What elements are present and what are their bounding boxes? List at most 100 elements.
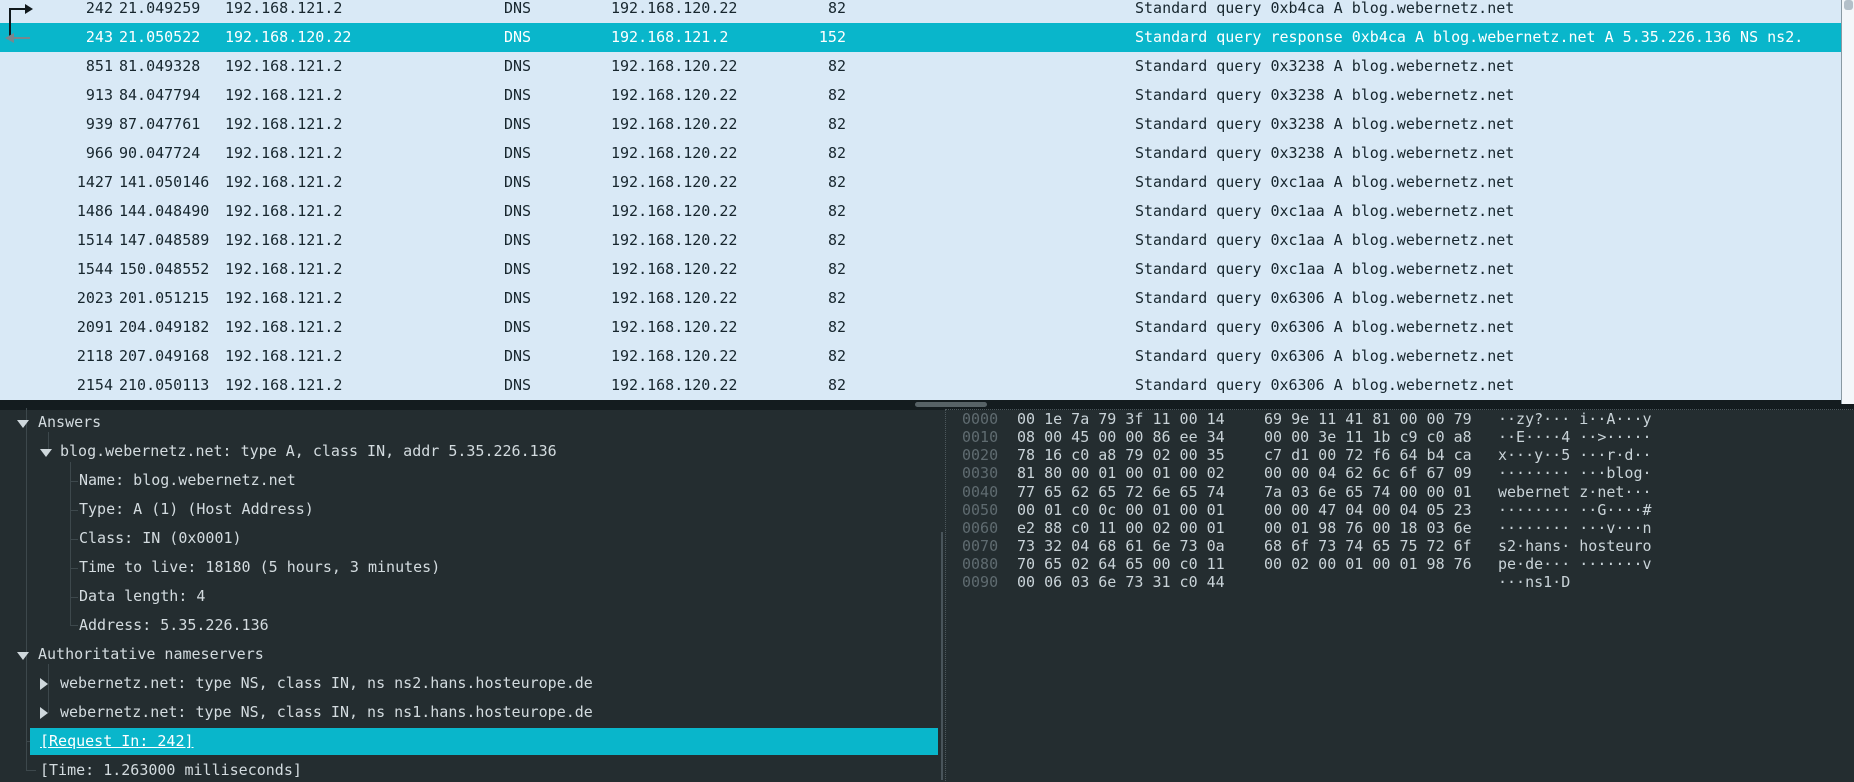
packet-row[interactable]: 24221.049259192.168.121.2DNS192.168.120.… — [0, 0, 1842, 23]
time-cell: 210.050113 — [119, 371, 219, 400]
source-cell: 192.168.121.2 — [225, 371, 495, 400]
hex-dump-pane[interactable]: 000000 1e 7a 79 3f 11 00 1469 9e 11 41 8… — [945, 409, 1854, 782]
info-cell: Standard query 0xc1aa A blog.webernetz.n… — [1135, 197, 1842, 226]
collapsed-triangle-icon[interactable] — [40, 707, 48, 719]
no-cell: 242 — [36, 0, 113, 23]
tree-item[interactable]: Answers — [0, 408, 942, 437]
tree-item-label: Address: 5.35.226.136 — [79, 611, 269, 640]
hex-row[interactable]: 009000 06 03 6e 73 31 c0 44···ns1·D — [946, 573, 1854, 591]
packet-row[interactable]: 2154210.050113192.168.121.2DNS192.168.12… — [0, 371, 1842, 400]
length-cell: 82 — [760, 139, 846, 168]
hex-row[interactable]: 004077 65 62 65 72 6e 65 747a 03 6e 65 7… — [946, 483, 1854, 501]
protocol-cell: DNS — [504, 226, 604, 255]
tree-item[interactable]: Authoritative nameservers — [0, 640, 942, 669]
tree-item[interactable]: webernetz.net: type NS, class IN, ns ns2… — [0, 669, 942, 698]
source-cell: 192.168.121.2 — [225, 197, 495, 226]
length-cell: 82 — [760, 226, 846, 255]
hex-row[interactable]: 0060e2 88 c0 11 00 02 00 0100 01 98 76 0… — [946, 519, 1854, 537]
packet-row[interactable]: 1514147.048589192.168.121.2DNS192.168.12… — [0, 226, 1842, 255]
protocol-cell: DNS — [504, 52, 604, 81]
packet-row[interactable]: 1427141.050146192.168.121.2DNS192.168.12… — [0, 168, 1842, 197]
hex-row[interactable]: 005000 01 c0 0c 00 01 00 0100 00 47 04 0… — [946, 501, 1854, 519]
packet-row[interactable]: 85181.049328192.168.121.2DNS192.168.120.… — [0, 52, 1842, 81]
hex-bytes: 00 06 03 6e 73 31 c0 44 — [1017, 573, 1225, 591]
tree-item[interactable]: Name: blog.webernetz.net — [0, 466, 942, 495]
tree-item[interactable]: webernetz.net: type NS, class IN, ns ns1… — [0, 698, 942, 727]
splitter-drag-handle[interactable] — [915, 402, 987, 407]
source-cell: 192.168.121.2 — [225, 255, 495, 284]
packet-row[interactable]: 93987.047761192.168.121.2DNS192.168.120.… — [0, 110, 1842, 139]
destination-cell: 192.168.120.22 — [611, 255, 751, 284]
collapsed-triangle-icon[interactable] — [40, 678, 48, 690]
tree-item[interactable]: Time to live: 18180 (5 hours, 3 minutes) — [0, 553, 942, 582]
time-cell: 87.047761 — [119, 110, 219, 139]
expanded-triangle-icon[interactable] — [40, 449, 52, 457]
hex-row[interactable]: 000000 1e 7a 79 3f 11 00 1469 9e 11 41 8… — [946, 410, 1854, 428]
time-cell: 21.050522 — [119, 23, 219, 52]
time-cell: 207.049168 — [119, 342, 219, 371]
tree-item[interactable]: [Time: 1.263000 milliseconds] — [0, 756, 942, 782]
info-cell: Standard query 0x3238 A blog.webernetz.n… — [1135, 110, 1842, 139]
packet-row[interactable]: 2118207.049168192.168.121.2DNS192.168.12… — [0, 342, 1842, 371]
hex-row[interactable]: 001008 00 45 00 00 86 ee 3400 00 3e 11 1… — [946, 428, 1854, 446]
hex-bytes: 00 01 c0 0c 00 01 00 01 — [1017, 501, 1225, 519]
hex-bytes: 7a 03 6e 65 74 00 00 01 — [1264, 483, 1472, 501]
info-cell: Standard query 0x3238 A blog.webernetz.n… — [1135, 139, 1842, 168]
time-cell: 201.051215 — [119, 284, 219, 313]
packet-list-scrollbar[interactable] — [1841, 0, 1854, 404]
packet-details-tree[interactable]: Answersblog.webernetz.net: type A, class… — [0, 408, 942, 782]
tree-item[interactable]: blog.webernetz.net: type A, class IN, ad… — [0, 437, 942, 466]
no-cell: 851 — [36, 52, 113, 81]
info-cell: Standard query 0x6306 A blog.webernetz.n… — [1135, 284, 1842, 313]
packet-list-scrollbar-thumb[interactable] — [1844, 0, 1853, 10]
info-cell: Standard query 0x6306 A blog.webernetz.n… — [1135, 371, 1842, 400]
hex-bytes: 00 00 47 04 00 04 05 23 — [1264, 501, 1472, 519]
expanded-triangle-icon[interactable] — [17, 652, 29, 660]
hex-row[interactable]: 003081 80 00 01 00 01 00 0200 00 04 62 6… — [946, 464, 1854, 482]
time-cell: 150.048552 — [119, 255, 219, 284]
hex-offset: 0080 — [962, 555, 998, 573]
time-cell: 147.048589 — [119, 226, 219, 255]
expanded-triangle-icon[interactable] — [17, 420, 29, 428]
destination-cell: 192.168.120.22 — [611, 284, 751, 313]
tree-item[interactable]: Data length: 4 — [0, 582, 942, 611]
tree-item[interactable]: Type: A (1) (Host Address) — [0, 495, 942, 524]
hex-bytes: 00 00 3e 11 1b c9 c0 a8 — [1264, 428, 1472, 446]
source-cell: 192.168.121.2 — [225, 342, 495, 371]
protocol-cell: DNS — [504, 81, 604, 110]
hex-offset: 0030 — [962, 464, 998, 482]
packet-list[interactable]: 24221.049259192.168.121.2DNS192.168.120.… — [0, 0, 1854, 400]
time-cell: 84.047794 — [119, 81, 219, 110]
packet-row[interactable]: 24321.050522192.168.120.22DNS192.168.121… — [0, 23, 1842, 52]
tree-item[interactable]: Class: IN (0x0001) — [0, 524, 942, 553]
packet-row[interactable]: 91384.047794192.168.121.2DNS192.168.120.… — [0, 81, 1842, 110]
hex-bytes: 81 80 00 01 00 01 00 02 — [1017, 464, 1225, 482]
no-cell: 1486 — [36, 197, 113, 226]
packet-row[interactable]: 1486144.048490192.168.121.2DNS192.168.12… — [0, 197, 1842, 226]
hex-row[interactable]: 008070 65 02 64 65 00 c0 1100 02 00 01 0… — [946, 555, 1854, 573]
source-cell: 192.168.120.22 — [225, 23, 495, 52]
hex-row[interactable]: 007073 32 04 68 61 6e 73 0a68 6f 73 74 6… — [946, 537, 1854, 555]
packet-row[interactable]: 1544150.048552192.168.121.2DNS192.168.12… — [0, 255, 1842, 284]
hex-offset: 0040 — [962, 483, 998, 501]
tree-item[interactable]: Address: 5.35.226.136 — [0, 611, 942, 640]
hex-row[interactable]: 002078 16 c0 a8 79 02 00 35c7 d1 00 72 f… — [946, 446, 1854, 464]
hex-bytes: 00 1e 7a 79 3f 11 00 14 — [1017, 410, 1225, 428]
no-cell: 1427 — [36, 168, 113, 197]
no-cell: 966 — [36, 139, 113, 168]
destination-cell: 192.168.120.22 — [611, 342, 751, 371]
tree-item-selected[interactable]: [Request In: 242] — [0, 727, 942, 756]
protocol-cell: DNS — [504, 313, 604, 342]
packet-row[interactable]: 2023201.051215192.168.121.2DNS192.168.12… — [0, 284, 1842, 313]
destination-cell: 192.168.120.22 — [611, 139, 751, 168]
details-scrollbar[interactable] — [941, 532, 943, 780]
packet-row[interactable]: 2091204.049182192.168.121.2DNS192.168.12… — [0, 313, 1842, 342]
no-cell: 2154 — [36, 371, 113, 400]
packet-row[interactable]: 96690.047724192.168.121.2DNS192.168.120.… — [0, 139, 1842, 168]
tree-item-label: Name: blog.webernetz.net — [79, 466, 296, 495]
hex-ascii: ········ ···v···n — [1498, 519, 1652, 537]
hex-ascii: x···y··5 ···r·d·· — [1498, 446, 1652, 464]
hex-bytes: 78 16 c0 a8 79 02 00 35 — [1017, 446, 1225, 464]
hex-ascii: ········ ··G····# — [1498, 501, 1652, 519]
time-cell: 21.049259 — [119, 0, 219, 23]
